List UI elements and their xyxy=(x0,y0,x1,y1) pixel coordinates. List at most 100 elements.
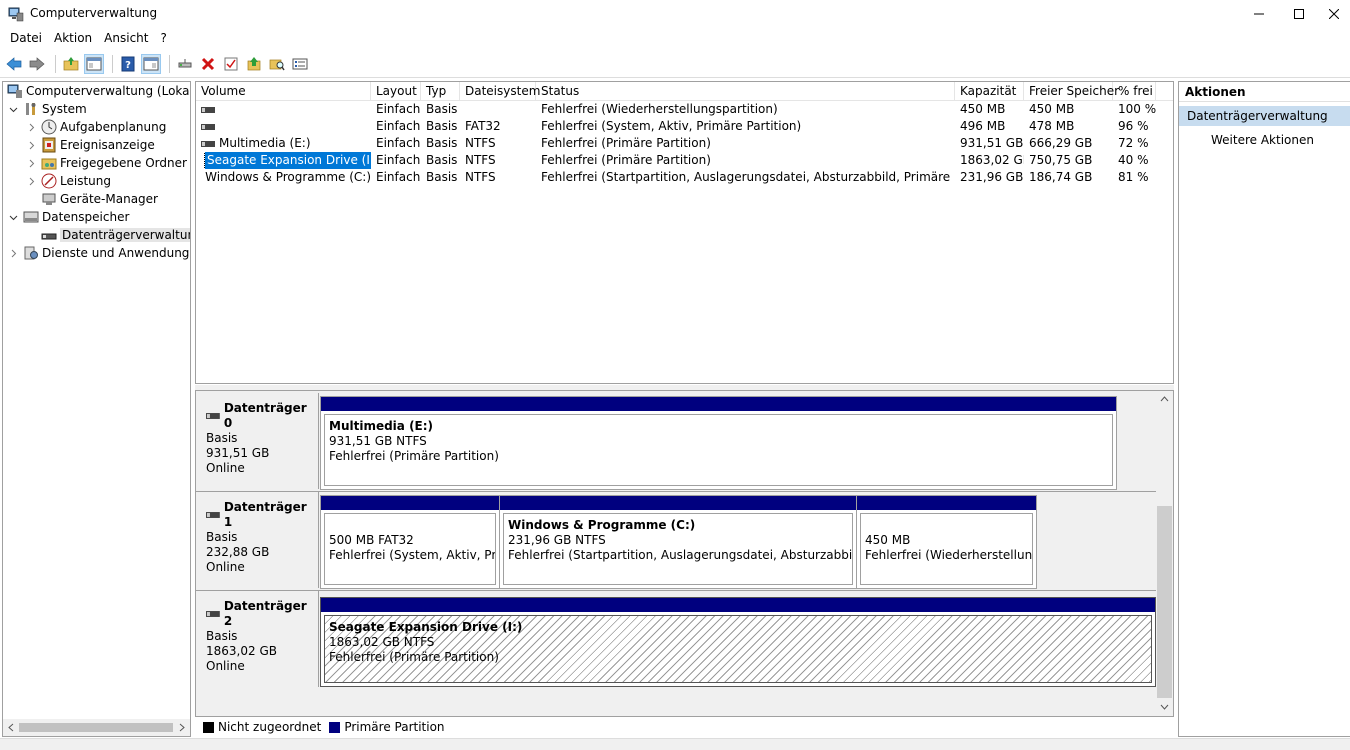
cell-kapazitaet: 496 MB xyxy=(960,119,1006,133)
export-button[interactable] xyxy=(244,54,264,74)
toolbar: ? xyxy=(0,50,1350,78)
disk-icon xyxy=(206,512,220,518)
column-header-status[interactable]: Status xyxy=(536,82,955,101)
check-button[interactable] xyxy=(221,54,241,74)
volume-name: Multimedia (E:) xyxy=(219,136,311,150)
partition-seagate[interactable]: Seagate Expansion Drive (I:) 1863,02 GB … xyxy=(320,597,1156,687)
table-row[interactable]: Einfach Basis Fehlerfrei (Wiederherstell… xyxy=(196,101,1173,118)
scroll-left-icon[interactable] xyxy=(7,723,15,732)
disk-title: Datenträger 1 xyxy=(223,500,307,529)
chevron-right-icon[interactable] xyxy=(25,157,37,169)
column-header-prozent-frei[interactable]: % frei xyxy=(1113,82,1156,101)
chevron-right-icon[interactable] xyxy=(25,175,37,187)
event-viewer-icon xyxy=(42,137,56,153)
tree-item-freigegebene-ordner[interactable]: Freigegebene Ordner xyxy=(25,154,187,172)
partition-recovery[interactable]: 450 MB Fehlerfrei (Wiederherstellungsp xyxy=(856,495,1037,589)
disk-0-info[interactable]: Datenträger 0 Basis 931,51 GB Online xyxy=(198,393,319,489)
chevron-down-icon[interactable] xyxy=(7,103,19,115)
tree-item-computerverwaltung[interactable]: Computerverwaltung (Lokal) xyxy=(7,82,190,100)
partition-windows-programme[interactable]: Windows & Programme (C:) 231,96 GB NTFS … xyxy=(499,495,857,589)
table-row[interactable]: Multimedia (E:) Einfach Basis NTFS Fehle… xyxy=(196,135,1173,152)
maximize-button[interactable] xyxy=(1276,0,1322,28)
tree-item-geraete-manager[interactable]: Geräte-Manager xyxy=(41,190,158,208)
arrow-left-icon xyxy=(6,56,22,71)
partition-multimedia[interactable]: Multimedia (E:) 931,51 GB NTFS Fehlerfre… xyxy=(320,396,1117,490)
volume-list-header: Volume Layout Typ Dateisystem Status Kap… xyxy=(196,82,1173,101)
tree-item-label: Datenspeicher xyxy=(42,210,130,224)
checklist-icon xyxy=(224,57,238,70)
close-button[interactable] xyxy=(1318,0,1350,28)
disk-state: Online xyxy=(206,659,245,673)
tree-horizontal-scrollbar[interactable] xyxy=(3,719,190,736)
column-header-kapazitaet[interactable]: Kapazität xyxy=(955,82,1024,101)
chevron-right-icon[interactable] xyxy=(25,139,37,151)
connect-button[interactable] xyxy=(175,54,195,74)
cell-status: Fehlerfrei (System, Aktiv, Primäre Parti… xyxy=(541,119,802,133)
up-folder-button[interactable] xyxy=(61,54,81,74)
tree-item-system[interactable]: System xyxy=(7,100,87,118)
chevron-right-icon[interactable] xyxy=(7,247,19,259)
scroll-down-icon[interactable] xyxy=(1160,703,1169,711)
column-header-layout[interactable]: Layout xyxy=(371,82,421,101)
disk-2-info[interactable]: Datenträger 2 Basis 1863,02 GB Online xyxy=(198,591,319,687)
actions-pane: Aktionen Datenträgerverwaltung Weitere A… xyxy=(1178,81,1350,737)
forward-button[interactable] xyxy=(27,54,47,74)
partition-bar xyxy=(321,397,1116,411)
cell-status: Fehlerfrei (Wiederherstellungspartition) xyxy=(541,102,778,116)
tree-item-datentraegerverwaltung[interactable]: Datenträgerverwaltung xyxy=(41,226,190,244)
toolbar-separator xyxy=(112,54,113,73)
performance-icon xyxy=(41,173,57,189)
show-hide-console-tree-button[interactable] xyxy=(84,53,104,74)
search-button[interactable] xyxy=(267,54,287,74)
volume-list: Volume Layout Typ Dateisystem Status Kap… xyxy=(195,81,1174,384)
cell-freier-speicher: 478 MB xyxy=(1029,119,1075,133)
partition-system-fat32[interactable]: 500 MB FAT32 Fehlerfrei (System, Aktiv, … xyxy=(320,495,500,589)
chevron-right-icon[interactable] xyxy=(25,121,37,133)
tree-item-leistung[interactable]: Leistung xyxy=(25,172,111,190)
chevron-down-icon[interactable] xyxy=(7,211,19,223)
tree-item-datenspeicher[interactable]: Datenspeicher xyxy=(7,208,129,226)
svg-text:?: ? xyxy=(125,60,131,71)
disk-management-icon xyxy=(41,233,57,240)
cell-kapazitaet: 231,96 GB xyxy=(960,170,1024,184)
scrollbar-thumb[interactable] xyxy=(1157,506,1172,698)
scroll-right-icon[interactable] xyxy=(178,723,186,732)
tree-item-dienste[interactable]: Dienste und Anwendungen xyxy=(7,244,190,262)
partition-name: Multimedia (E:) xyxy=(329,419,434,433)
column-header-dateisystem[interactable]: Dateisystem xyxy=(460,82,540,101)
actions-section-datentraegerverwaltung[interactable]: Datenträgerverwaltung xyxy=(1179,106,1350,126)
disk-view-vertical-scrollbar[interactable] xyxy=(1156,391,1173,716)
back-button[interactable] xyxy=(4,54,24,74)
column-header-volume[interactable]: Volume xyxy=(196,82,371,101)
column-header-typ[interactable]: Typ xyxy=(421,82,460,101)
tree-item-aufgabenplanung[interactable]: Aufgabenplanung xyxy=(25,118,166,136)
menu-bar: Datei Aktion Ansicht ? xyxy=(0,28,1350,48)
disk-divider xyxy=(196,590,1156,591)
table-row[interactable]: Einfach Basis FAT32 Fehlerfrei (System, … xyxy=(196,118,1173,135)
menu-help[interactable]: ? xyxy=(154,31,172,45)
cell-freier-speicher: 750,75 GB xyxy=(1029,153,1093,167)
action-weitere-aktionen[interactable]: Weitere Aktionen xyxy=(1179,130,1350,150)
tree-item-ereignisanzeige[interactable]: Ereignisanzeige xyxy=(25,136,155,154)
disk-type: Basis xyxy=(206,431,238,445)
partition-size: 1863,02 GB NTFS xyxy=(329,635,435,649)
show-hide-action-pane-button[interactable] xyxy=(141,53,161,74)
table-row[interactable]: Windows & Programme (C:) Einfach Basis N… xyxy=(196,169,1173,186)
menu-datei[interactable]: Datei xyxy=(4,31,48,45)
cell-dateisystem: NTFS xyxy=(465,153,496,167)
cell-dateisystem: NTFS xyxy=(465,136,496,150)
cell-status: Fehlerfrei (Primäre Partition) xyxy=(541,153,711,167)
menu-ansicht[interactable]: Ansicht xyxy=(98,31,154,45)
help-button[interactable]: ? xyxy=(118,54,138,74)
volume-icon xyxy=(201,140,215,147)
delete-button[interactable] xyxy=(198,54,218,74)
cell-prozent-frei: 40 % xyxy=(1118,153,1149,167)
table-row[interactable]: Seagate Expansion Drive (I:) Einfach Bas… xyxy=(196,152,1173,169)
properties-button[interactable] xyxy=(290,54,310,74)
scroll-up-icon[interactable] xyxy=(1160,395,1169,403)
scrollbar-thumb[interactable] xyxy=(19,723,173,732)
disk-icon xyxy=(206,413,220,419)
disk-1-info[interactable]: Datenträger 1 Basis 232,88 GB Online xyxy=(198,492,319,588)
column-header-freier-speicher[interactable]: Freier Speicher xyxy=(1024,82,1119,101)
menu-aktion[interactable]: Aktion xyxy=(48,31,98,45)
